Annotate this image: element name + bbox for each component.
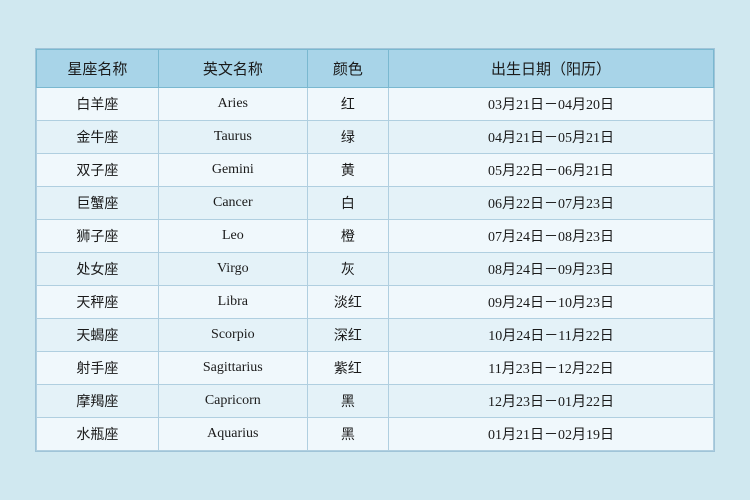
cell-color: 淡红 [307,286,388,319]
header-english: 英文名称 [158,50,307,88]
cell-english: Scorpio [158,319,307,352]
cell-date: 07月24日－08月23日 [389,220,714,253]
cell-date: 12月23日－01月22日 [389,385,714,418]
table-row: 天蝎座Scorpio深红10月24日－11月22日 [37,319,714,352]
cell-color: 白 [307,187,388,220]
cell-date: 04月21日－05月21日 [389,121,714,154]
cell-chinese: 双子座 [37,154,159,187]
cell-date: 03月21日－04月20日 [389,88,714,121]
header-color: 颜色 [307,50,388,88]
table-row: 处女座Virgo灰08月24日－09月23日 [37,253,714,286]
table-row: 射手座Sagittarius紫红11月23日－12月22日 [37,352,714,385]
table-row: 巨蟹座Cancer白06月22日－07月23日 [37,187,714,220]
table-header-row: 星座名称 英文名称 颜色 出生日期（阳历） [37,50,714,88]
cell-date: 05月22日－06月21日 [389,154,714,187]
cell-english: Aries [158,88,307,121]
cell-color: 黑 [307,385,388,418]
cell-chinese: 狮子座 [37,220,159,253]
cell-english: Virgo [158,253,307,286]
zodiac-table-container: 星座名称 英文名称 颜色 出生日期（阳历） 白羊座Aries红03月21日－04… [35,48,715,452]
table-row: 摩羯座Capricorn黑12月23日－01月22日 [37,385,714,418]
cell-chinese: 巨蟹座 [37,187,159,220]
table-row: 双子座Gemini黄05月22日－06月21日 [37,154,714,187]
cell-date: 09月24日－10月23日 [389,286,714,319]
cell-color: 绿 [307,121,388,154]
header-chinese: 星座名称 [37,50,159,88]
cell-date: 01月21日－02月19日 [389,418,714,451]
cell-english: Sagittarius [158,352,307,385]
table-row: 天秤座Libra淡红09月24日－10月23日 [37,286,714,319]
cell-date: 10月24日－11月22日 [389,319,714,352]
cell-english: Aquarius [158,418,307,451]
cell-chinese: 摩羯座 [37,385,159,418]
cell-color: 黄 [307,154,388,187]
cell-english: Gemini [158,154,307,187]
cell-english: Libra [158,286,307,319]
cell-chinese: 处女座 [37,253,159,286]
cell-english: Taurus [158,121,307,154]
header-date: 出生日期（阳历） [389,50,714,88]
cell-date: 06月22日－07月23日 [389,187,714,220]
cell-color: 深红 [307,319,388,352]
table-row: 金牛座Taurus绿04月21日－05月21日 [37,121,714,154]
cell-chinese: 射手座 [37,352,159,385]
table-row: 狮子座Leo橙07月24日－08月23日 [37,220,714,253]
cell-date: 08月24日－09月23日 [389,253,714,286]
cell-english: Cancer [158,187,307,220]
cell-chinese: 天蝎座 [37,319,159,352]
cell-chinese: 金牛座 [37,121,159,154]
cell-color: 灰 [307,253,388,286]
table-row: 白羊座Aries红03月21日－04月20日 [37,88,714,121]
cell-color: 红 [307,88,388,121]
cell-color: 橙 [307,220,388,253]
cell-color: 黑 [307,418,388,451]
cell-chinese: 天秤座 [37,286,159,319]
cell-color: 紫红 [307,352,388,385]
cell-english: Leo [158,220,307,253]
cell-chinese: 白羊座 [37,88,159,121]
table-row: 水瓶座Aquarius黑01月21日－02月19日 [37,418,714,451]
zodiac-table: 星座名称 英文名称 颜色 出生日期（阳历） 白羊座Aries红03月21日－04… [36,49,714,451]
cell-date: 11月23日－12月22日 [389,352,714,385]
cell-english: Capricorn [158,385,307,418]
cell-chinese: 水瓶座 [37,418,159,451]
